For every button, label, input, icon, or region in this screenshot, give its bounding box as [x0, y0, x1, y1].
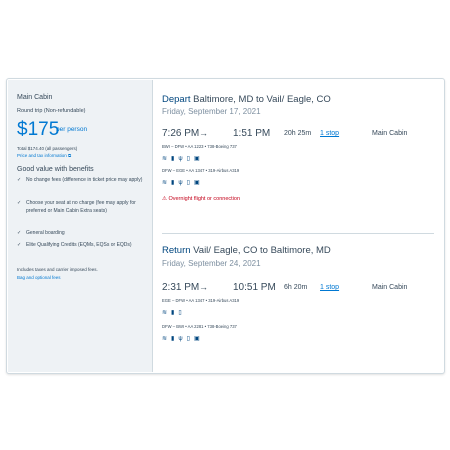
return-leg-2: DFW – BWI • AA 2281 • 738-Boeing 737 — [162, 324, 237, 329]
price-tax-link[interactable]: Price and tax information ⧉ — [17, 153, 71, 158]
film-icon: ▣ — [193, 180, 204, 186]
phone-icon: ▯ — [186, 156, 194, 162]
benefit-item: ✓ No change fees (difference in ticket p… — [17, 177, 147, 185]
return-label: Return — [162, 245, 191, 256]
depart-date: Friday, September 17, 2021 — [162, 107, 261, 116]
arrow-right-icon: → — [199, 128, 208, 138]
return-duration: 6h 20m — [284, 284, 308, 291]
depart-duration: 20h 25m — [284, 130, 312, 137]
total-price: Total $174.40 (all passengers) — [17, 146, 78, 151]
wifi-icon: ≋ — [162, 310, 172, 316]
overnight-warning-text: Overnight flight or connection — [168, 196, 241, 202]
warning-icon: ⚠ — [162, 196, 167, 202]
fare-summary-panel: Main Cabin Round trip (Non-refundable) $… — [8, 80, 153, 372]
price-tax-link-label[interactable]: Price and tax information — [17, 153, 67, 158]
return-arr-time: 10:51 PM — [233, 282, 276, 293]
overnight-warning: ⚠ Overnight flight or connection — [162, 196, 240, 202]
bag-fees-link[interactable]: Bag and optional fees — [17, 275, 61, 280]
check-icon: ✓ — [17, 200, 22, 206]
power-icon: ψ — [178, 156, 187, 162]
depart-leg-2: DFW – EGE • AA 1347 • 319-Airbus A319 — [162, 168, 240, 173]
film-icon: ▣ — [193, 156, 204, 162]
return-leg-2-amenities: ≋▮ψ▯▣ — [162, 335, 204, 342]
return-leg-1: EGE – DFW • AA 1347 • 319-Airbus A319 — [162, 298, 240, 303]
check-icon: ✓ — [17, 177, 22, 183]
depart-arr-time: 1:51 PM — [233, 128, 271, 139]
depart-route: Baltimore, MD to Vail/ Eagle, CO — [193, 94, 331, 105]
external-link-icon: ⧉ — [68, 153, 72, 158]
trip-type: Round trip (Non-refundable) — [17, 108, 86, 114]
benefit-item: ✓ Choose your seat at no charge (fee may… — [17, 200, 147, 215]
phone-icon: ▯ — [186, 336, 194, 342]
per-person-label: per person — [56, 126, 88, 133]
arrow-right-icon: → — [199, 282, 208, 292]
depart-dep-time: 7:26 PM — [162, 128, 200, 139]
power-icon: ψ — [178, 336, 187, 342]
depart-cabin: Main Cabin — [372, 130, 408, 137]
depart-leg-1-amenities: ≋▮ψ▯▣ — [162, 155, 204, 162]
wifi-icon: ≋ — [162, 156, 172, 162]
price: $175 — [17, 119, 60, 140]
return-date: Friday, September 24, 2021 — [162, 259, 261, 268]
depart-leg-1: BWI – DFW • AA 1223 • 738-Boeing 737 — [162, 144, 237, 149]
benefit-item: ✓ General boarding — [17, 230, 147, 238]
wifi-icon: ≋ — [162, 336, 172, 342]
check-icon: ✓ — [17, 242, 22, 248]
depart-leg-2-amenities: ≋▮ψ▯▣ — [162, 179, 204, 186]
return-dep-time: 2:31 PM — [162, 282, 200, 293]
benefit-text: No change fees (difference in ticket pri… — [26, 177, 143, 183]
phone-icon: ▯ — [178, 310, 186, 316]
phone-icon: ▯ — [186, 180, 194, 186]
segment-divider — [162, 233, 434, 234]
cabin-title: Main Cabin — [17, 94, 53, 101]
fare-card: Main Cabin Round trip (Non-refundable) $… — [6, 78, 445, 374]
return-leg-1-amenities: ≋▮▯ — [162, 309, 186, 316]
benefit-text: General boarding — [26, 230, 65, 236]
check-icon: ✓ — [17, 230, 22, 236]
return-route: Vail/ Eagle, CO to Baltimore, MD — [193, 245, 331, 256]
wifi-icon: ≋ — [162, 180, 172, 186]
return-cabin: Main Cabin — [372, 284, 408, 291]
benefit-text: Choose your seat at no charge (fee may a… — [26, 200, 136, 214]
return-heading: Return Vail/ Eagle, CO to Baltimore, MD — [162, 245, 331, 256]
depart-heading: Depart Baltimore, MD to Vail/ Eagle, CO — [162, 94, 331, 105]
fees-note: Includes taxes and carrier imposed fees. — [17, 267, 98, 272]
depart-label: Depart — [162, 94, 191, 105]
power-icon: ψ — [178, 180, 187, 186]
film-icon: ▣ — [193, 336, 204, 342]
depart-stops-link[interactable]: 1 stop — [320, 130, 339, 137]
return-stops-link[interactable]: 1 stop — [320, 284, 339, 291]
benefits-title: Good value with benefits — [17, 166, 94, 173]
benefit-item: ✓ Elite Qualifying Credits (EQMs, EQSs o… — [17, 242, 147, 250]
benefit-text: Elite Qualifying Credits (EQMs, EQSs or … — [26, 242, 132, 248]
